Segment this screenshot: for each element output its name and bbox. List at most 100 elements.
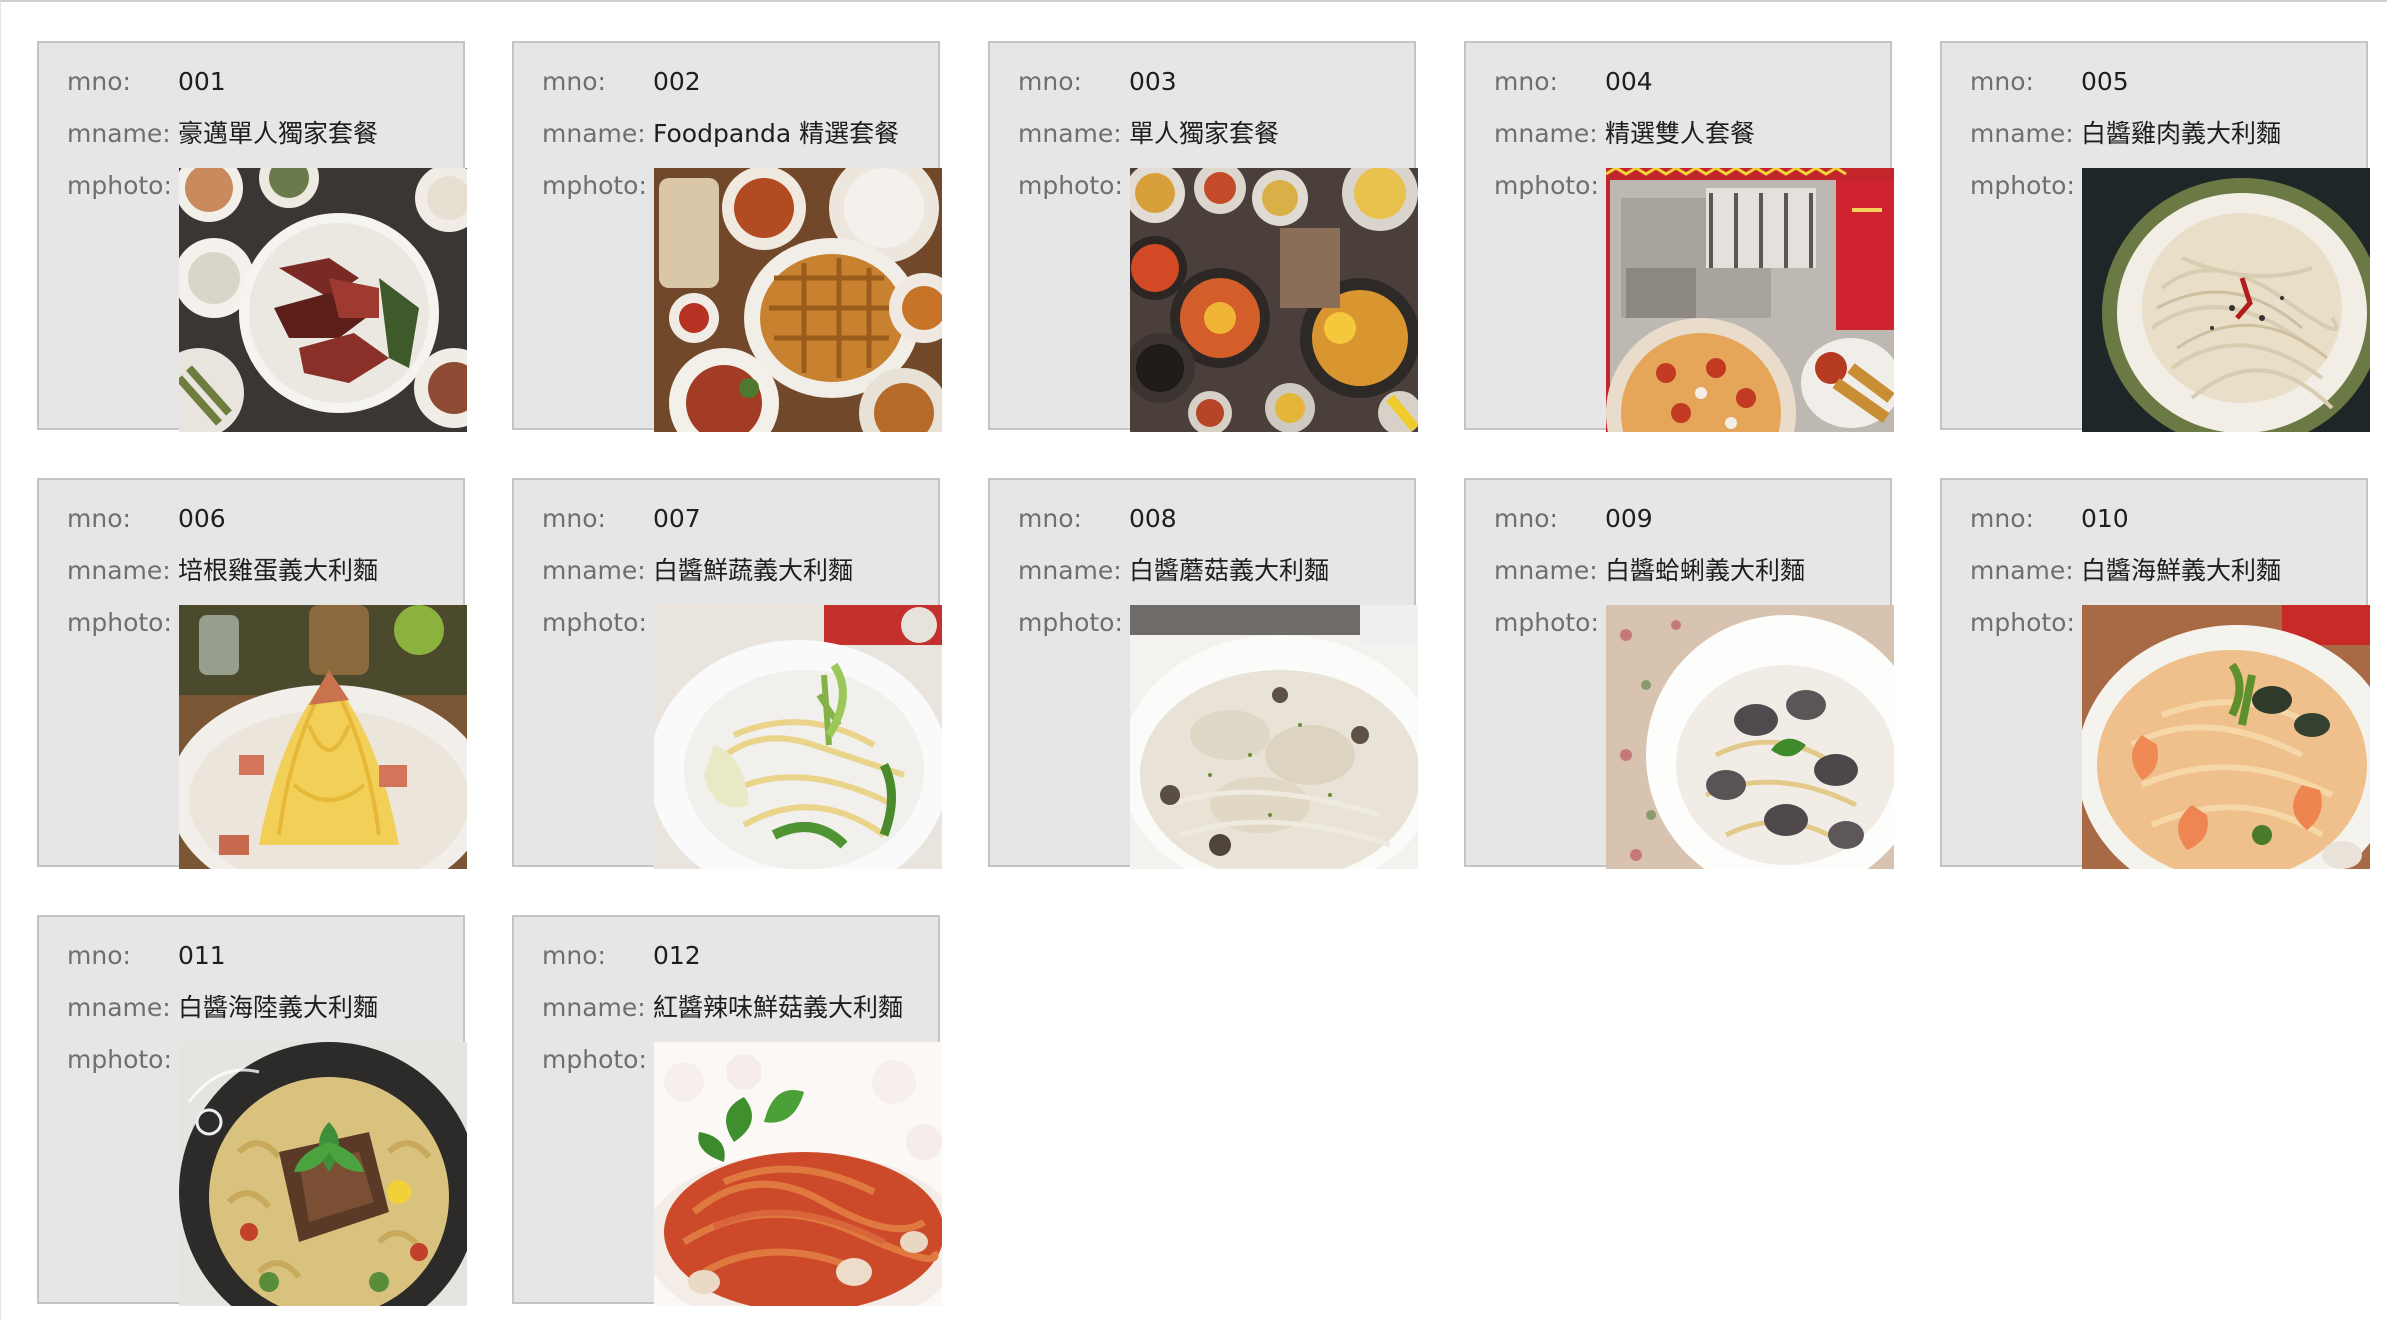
seafood-pasta-photo [2082,605,2370,869]
mname-label: mname: [1018,119,1122,148]
mname-label: mname: [1494,556,1598,585]
mno-value: 010 [2081,504,2129,533]
mname-label: mname: [67,556,171,585]
mphoto-label: mphoto: [542,608,647,637]
mno-label: mno: [542,67,606,96]
mname-row: mname: 白醬鮮蔬義大利麵 [542,556,853,586]
menu-card[interactable]: mno: 002 mname: Foodpanda 精選套餐 mphoto: [512,41,942,432]
mno-row: mno: 004 [1494,67,1653,97]
mno-label: mno: [67,941,131,970]
mname-value: 豪邁單人獨家套餐 [178,119,379,148]
mphoto-label: mphoto: [542,1045,647,1074]
mphoto-row: mphoto: [1018,608,1123,638]
mname-value: 單人獨家套餐 [1129,119,1280,148]
waffle-feast-photo [654,168,942,432]
mno-label: mno: [542,941,606,970]
menu-card[interactable]: mno: 004 mname: 精選雙人套餐 mphoto: [1464,41,1894,432]
tomato-spicy-pasta-photo [654,1042,942,1306]
mphoto-row: mphoto: [542,1045,647,1075]
mno-row: mno: 012 [542,941,701,971]
mphoto-label: mphoto: [1018,608,1123,637]
menu-card[interactable]: mno: 010 mname: 白醬海鮮義大利麵 mphoto: [1940,478,2370,869]
mno-value: 008 [1129,504,1177,533]
mno-label: mno: [1018,67,1082,96]
mno-value: 006 [178,504,226,533]
mname-value: 培根雞蛋義大利麵 [178,556,379,585]
mno-row: mno: 005 [1970,67,2129,97]
mname-value: 白醬蛤蜊義大利麵 [1605,556,1806,585]
mno-row: mno: 001 [67,67,226,97]
mno-value: 007 [653,504,701,533]
menu-card[interactable]: mno: 012 mname: 紅醬辣味鮮菇義大利麵 mphoto: [512,915,942,1306]
mname-value: 紅醬辣味鮮菇義大利麵 [653,993,904,1022]
mphoto-label: mphoto: [67,171,172,200]
mname-row: mname: Foodpanda 精選套餐 [542,119,899,149]
mname-label: mname: [542,119,646,148]
menu-card[interactable]: mno: 008 mname: 白醬蘑菇義大利麵 mphoto: [988,478,1418,869]
mno-value: 003 [1129,67,1177,96]
menu-card[interactable]: mno: 003 mname: 單人獨家套餐 mphoto: [988,41,1418,432]
clam-pasta-photo [1606,605,1894,869]
mphoto-row: mphoto: [1970,171,2075,201]
mno-value: 004 [1605,67,1653,96]
mno-row: mno: 002 [542,67,701,97]
mname-label: mname: [1970,556,2074,585]
mname-row: mname: 單人獨家套餐 [1018,119,1279,149]
mno-row: mno: 007 [542,504,701,534]
mphoto-row: mphoto: [1970,608,2075,638]
mname-label: mname: [542,556,646,585]
mname-label: mname: [67,119,171,148]
mno-label: mno: [1970,67,2034,96]
mno-label: mno: [1970,504,2034,533]
mno-value: 009 [1605,504,1653,533]
mno-row: mno: 006 [67,504,226,534]
mname-value: 白醬鮮蔬義大利麵 [653,556,854,585]
steak-platter-photo [179,168,467,432]
mname-row: mname: 培根雞蛋義大利麵 [67,556,378,586]
mname-label: mname: [1018,556,1122,585]
mname-value: 精選雙人套餐 [1605,119,1756,148]
mname-label: mname: [542,993,646,1022]
mno-row: mno: 010 [1970,504,2129,534]
menu-card[interactable]: mno: 005 mname: 白醬雞肉義大利麵 mphoto: [1940,41,2370,432]
mname-value: 白醬蘑菇義大利麵 [1129,556,1330,585]
mname-row: mname: 白醬海陸義大利麵 [67,993,378,1023]
mno-label: mno: [1018,504,1082,533]
mphoto-row: mphoto: [542,171,647,201]
mname-value: 白醬雞肉義大利麵 [2081,119,2282,148]
mno-label: mno: [67,504,131,533]
mphoto-row: mphoto: [1494,608,1599,638]
mname-label: mname: [1494,119,1598,148]
mno-value: 012 [653,941,701,970]
menu-card[interactable]: mno: 006 mname: 培根雞蛋義大利麵 mphoto: [37,478,467,869]
mno-row: mno: 011 [67,941,226,971]
mname-row: mname: 白醬蛤蜊義大利麵 [1494,556,1805,586]
mphoto-row: mphoto: [67,171,172,201]
mphoto-row: mphoto: [67,608,172,638]
mphoto-row: mphoto: [1494,171,1599,201]
menu-card[interactable]: mno: 001 mname: 豪邁單人獨家套餐 mphoto: [37,41,467,432]
menu-card[interactable]: mno: 011 mname: 白醬海陸義大利麵 mphoto: [37,915,467,1306]
mname-row: mname: 精選雙人套餐 [1494,119,1755,149]
mno-row: mno: 009 [1494,504,1653,534]
mname-value: Foodpanda 精選套餐 [653,119,900,148]
mphoto-label: mphoto: [1494,608,1599,637]
mname-row: mname: 白醬蘑菇義大利麵 [1018,556,1329,586]
mname-row: mname: 紅醬辣味鮮菇義大利麵 [542,993,903,1023]
carbonara-photo [179,605,467,869]
mname-value: 白醬海鮮義大利麵 [2081,556,2282,585]
mname-label: mname: [67,993,171,1022]
menu-card[interactable]: mno: 007 mname: 白醬鮮蔬義大利麵 mphoto: [512,478,942,869]
hotpot-spread-photo [1130,168,1418,432]
chicken-cream-pasta-photo [2082,168,2370,432]
mno-row: mno: 008 [1018,504,1177,534]
surf-turf-pasta-photo [179,1042,467,1306]
mno-row: mno: 003 [1018,67,1177,97]
mphoto-row: mphoto: [1018,171,1123,201]
mno-label: mno: [542,504,606,533]
mphoto-row: mphoto: [542,608,647,638]
mno-value: 001 [178,67,226,96]
mno-label: mno: [1494,504,1558,533]
menu-card[interactable]: mno: 009 mname: 白醬蛤蜊義大利麵 mphoto: [1464,478,1894,869]
mphoto-label: mphoto: [67,1045,172,1074]
